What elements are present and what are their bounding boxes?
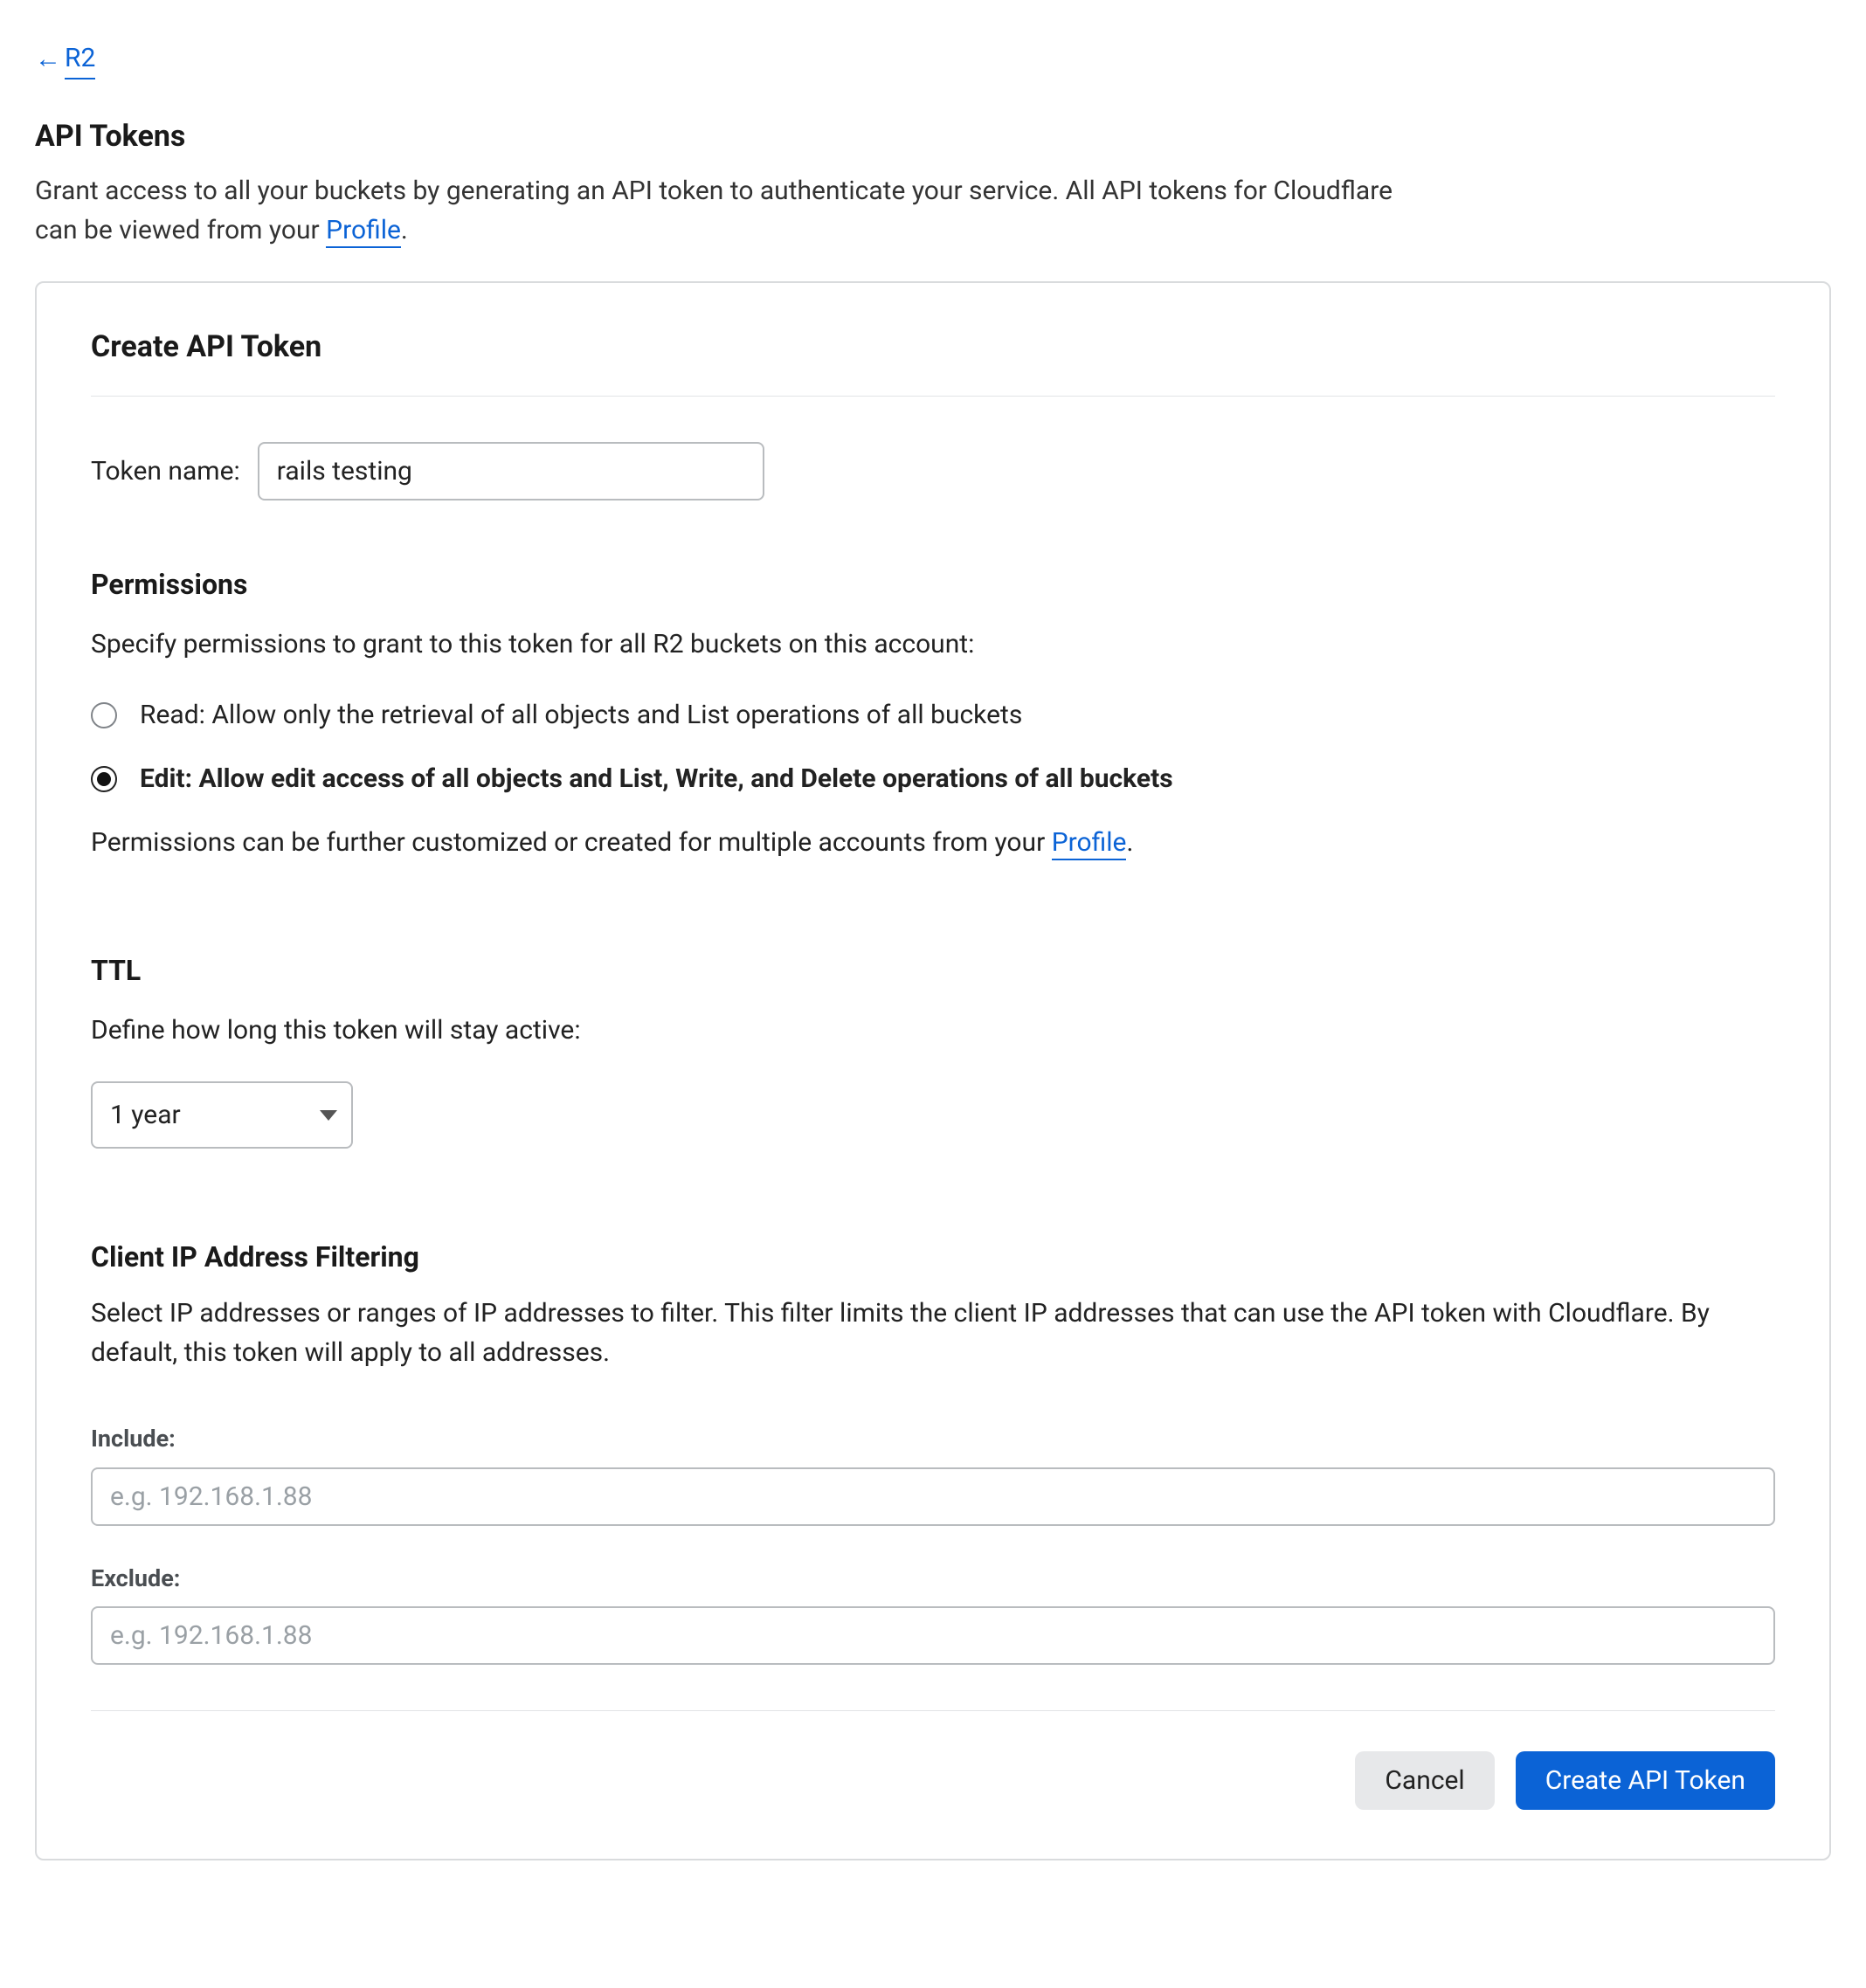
divider	[91, 1710, 1775, 1711]
ip-filter-section: Client IP Address Filtering Select IP ad…	[91, 1236, 1775, 1665]
exclude-label: Exclude:	[91, 1561, 1775, 1597]
permissions-note-pre: Permissions can be further customized or…	[91, 827, 1052, 858]
back-link-label: R2	[65, 38, 95, 79]
back-link[interactable]: ←R2	[35, 38, 95, 79]
include-field-group: Include:	[91, 1421, 1775, 1526]
token-name-input[interactable]	[258, 442, 764, 500]
page-description-post: .	[401, 215, 408, 245]
page-description-pre: Grant access to all your buckets by gene…	[35, 176, 1393, 245]
permissions-profile-link[interactable]: Profile	[1052, 827, 1127, 860]
ttl-heading: TTL	[91, 949, 1775, 991]
permission-option-edit[interactable]: Edit: Allow edit access of all objects a…	[91, 759, 1775, 798]
exclude-field-group: Exclude:	[91, 1561, 1775, 1666]
divider	[91, 396, 1775, 397]
page-title: API Tokens	[35, 114, 1831, 159]
radio-icon	[91, 702, 117, 728]
permissions-note: Permissions can be further customized or…	[91, 823, 1775, 862]
form-title: Create API Token	[91, 325, 1775, 369]
include-label: Include:	[91, 1421, 1775, 1457]
chevron-down-icon	[320, 1110, 337, 1121]
permissions-note-post: .	[1126, 827, 1133, 858]
token-name-row: Token name:	[91, 442, 1775, 500]
radio-icon	[91, 766, 117, 792]
permission-label: Edit: Allow edit access of all objects a…	[140, 759, 1173, 798]
ttl-select-value: 1 year	[110, 1095, 181, 1135]
ttl-section: TTL Define how long this token will stay…	[91, 949, 1775, 1149]
action-row: Cancel Create API Token	[91, 1751, 1775, 1810]
exclude-input[interactable]	[91, 1606, 1775, 1665]
profile-link[interactable]: Profile	[326, 215, 401, 248]
token-name-label: Token name:	[91, 452, 240, 491]
page-description: Grant access to all your buckets by gene…	[35, 171, 1433, 250]
include-input[interactable]	[91, 1467, 1775, 1526]
permissions-heading: Permissions	[91, 563, 1775, 605]
create-token-button[interactable]: Create API Token	[1516, 1751, 1775, 1810]
arrow-left-icon: ←	[35, 46, 61, 72]
permission-option-read[interactable]: Read: Allow only the retrieval of all ob…	[91, 695, 1775, 735]
ip-filter-heading: Client IP Address Filtering	[91, 1236, 1775, 1278]
cancel-button[interactable]: Cancel	[1355, 1751, 1494, 1810]
ip-filter-description: Select IP addresses or ranges of IP addr…	[91, 1294, 1733, 1372]
ttl-description: Define how long this token will stay act…	[91, 1011, 1775, 1050]
ttl-select[interactable]: 1 year	[91, 1081, 353, 1149]
permission-label: Read: Allow only the retrieval of all ob…	[140, 695, 1022, 735]
permissions-description: Specify permissions to grant to this tok…	[91, 625, 1775, 664]
create-token-card: Create API Token Token name: Permissions…	[35, 281, 1831, 1860]
